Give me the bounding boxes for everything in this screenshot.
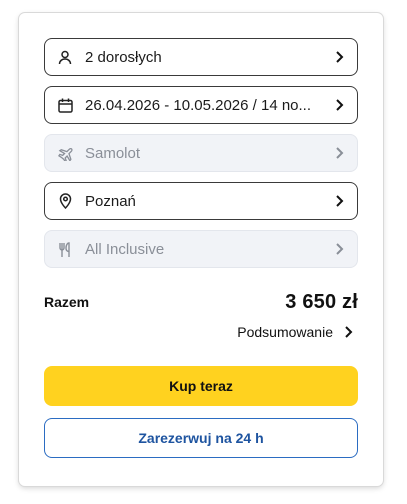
chevron-right-icon — [336, 195, 344, 207]
buy-now-button[interactable]: Kup teraz — [44, 366, 358, 406]
travelers-field[interactable]: 2 dorosłych — [44, 38, 358, 76]
transport-field: Samolot — [44, 134, 358, 172]
chevron-right-icon — [336, 147, 344, 159]
board-field: All Inclusive — [44, 230, 358, 268]
summary-label: Podsumowanie — [237, 324, 333, 340]
person-icon — [57, 49, 73, 65]
dates-label: 26.04.2026 - 10.05.2026 / 14 no... — [85, 96, 312, 114]
reserve-24h-button[interactable]: Zarezerwuj na 24 h — [44, 418, 358, 458]
travelers-label: 2 dorosłych — [85, 48, 162, 66]
chevron-right-icon — [336, 243, 344, 255]
board-label: All Inclusive — [85, 240, 165, 258]
summary-link[interactable]: Podsumowanie — [237, 324, 353, 340]
calendar-icon — [57, 97, 73, 113]
transport-label: Samolot — [85, 144, 141, 162]
chevron-right-icon — [336, 99, 344, 111]
dates-field[interactable]: 26.04.2026 - 10.05.2026 / 14 no... — [44, 86, 358, 124]
departure-label: Poznań — [85, 192, 136, 210]
total-price: 3 650 zł — [285, 290, 358, 313]
booking-card: 2 dorosłych 26.04.2026 - 10.05.2026 / 14… — [19, 13, 383, 486]
chevron-right-icon — [336, 51, 344, 63]
total-row: Razem 3 650 zł — [44, 290, 358, 314]
chevron-right-icon — [345, 326, 353, 338]
departure-field[interactable]: Poznań — [44, 182, 358, 220]
total-label: Razem — [44, 294, 90, 310]
cutlery-icon — [57, 241, 73, 257]
plane-icon — [57, 145, 73, 161]
location-pin-icon — [57, 193, 73, 209]
